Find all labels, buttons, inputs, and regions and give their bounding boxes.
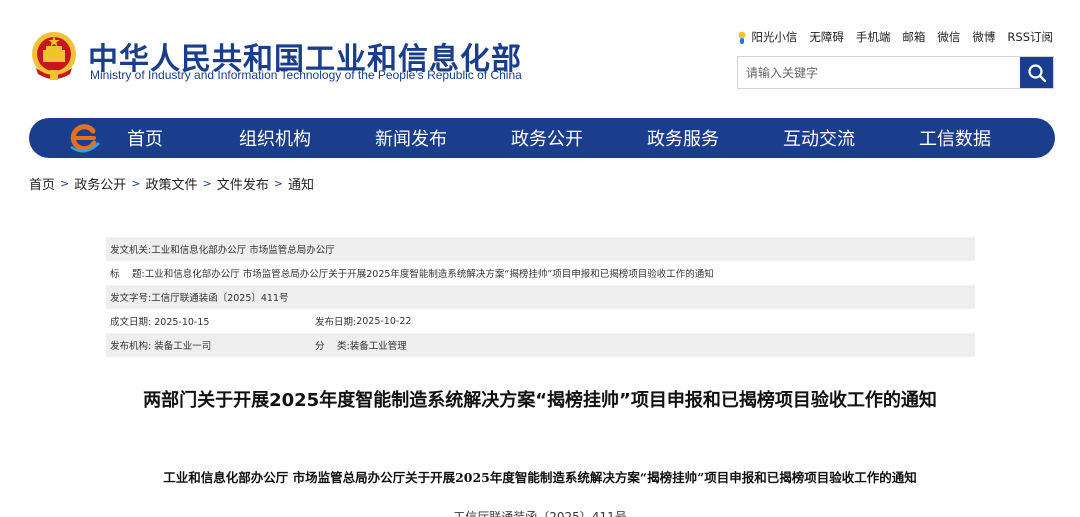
meta-label: 成文日期:: [110, 317, 152, 328]
top-link-rss[interactable]: RSS订阅: [1007, 29, 1053, 45]
meta-published: 2025-10-22: [356, 315, 412, 327]
meta-row-issuer: 发文机关: 工业和信息化部办公厅 市场监管总局办公厅: [106, 237, 975, 261]
meta-created: 2025-10-15: [154, 317, 210, 328]
breadcrumb-separator: >: [202, 177, 212, 190]
nav-item-data[interactable]: 工信数据: [887, 125, 1023, 151]
search-box: [737, 56, 1054, 89]
meta-label: 标 题:: [110, 269, 145, 280]
top-link-sunshine[interactable]: 阳光小信: [736, 29, 797, 45]
meta-label: 发布机构:: [110, 341, 152, 352]
document-metadata: 发文机关: 工业和信息化部办公厅 市场监管总局办公厅 标 题: 工业和信息化部办…: [106, 237, 975, 357]
national-emblem-icon[interactable]: [30, 30, 78, 82]
sunshine-mascot-icon: [736, 31, 748, 45]
nav-item-interaction[interactable]: 互动交流: [751, 125, 887, 151]
breadcrumb-separator: >: [131, 177, 141, 190]
nav-item-organization[interactable]: 组织机构: [207, 125, 343, 151]
breadcrumb-separator: >: [60, 177, 70, 190]
search-icon: [1027, 63, 1046, 82]
meta-label: 发文机关:: [110, 245, 152, 256]
top-link-mail[interactable]: 邮箱: [902, 29, 925, 45]
breadcrumb-home[interactable]: 首页: [29, 174, 55, 193]
article-title: 两部门关于开展2025年度智能制造系统解决方案“揭榜挂帅”项目申报和已揭榜项目验…: [143, 390, 937, 411]
top-link-accessibility[interactable]: 无障碍: [809, 29, 844, 45]
meta-row-title: 标 题: 工业和信息化部办公厅 市场监管总局办公厅关于开展2025年度智能制造系…: [106, 261, 975, 285]
meta-row-docno: 发文字号: 工信厅联通装函〔2025〕411号: [106, 285, 975, 309]
article-docno: 工信厅联通装函〔2025〕411号: [453, 510, 627, 517]
search-button[interactable]: [1020, 57, 1053, 88]
meta-docno: 工信厅联通装函〔2025〕411号: [151, 293, 289, 304]
meta-title: 工业和信息化部办公厅 市场监管总局办公厅关于开展2025年度智能制造系统解决方案…: [144, 269, 714, 280]
search-input[interactable]: [738, 57, 1020, 88]
meta-row-dates: 成文日期: 2025-10-15 发布日期: 2025-10-22: [106, 309, 975, 333]
breadcrumb: 首页 > 政务公开 > 政策文件 > 文件发布 > 通知: [29, 174, 314, 193]
meta-label: 分 类:: [315, 341, 350, 352]
top-link-mobile[interactable]: 手机端: [856, 29, 891, 45]
breadcrumb-policy-docs[interactable]: 政策文件: [145, 174, 197, 193]
main-nav: 首页 组织机构 新闻发布 政务公开 政务服务 互动交流 工信数据: [29, 118, 1055, 158]
nav-item-home[interactable]: 首页: [127, 125, 207, 151]
top-link-weibo[interactable]: 微博: [972, 29, 995, 45]
breadcrumb-doc-release[interactable]: 文件发布: [217, 174, 269, 193]
meta-label: 发布日期:: [315, 317, 357, 328]
meta-org-group: 发布机构: 装备工业一司: [110, 338, 315, 352]
nav-item-news[interactable]: 新闻发布: [343, 125, 479, 151]
breadcrumb-gov-affairs[interactable]: 政务公开: [74, 174, 126, 193]
miit-logo-icon[interactable]: [67, 123, 103, 153]
breadcrumb-separator: >: [273, 177, 283, 190]
top-link-label: 阳光小信: [751, 30, 798, 44]
top-links: 阳光小信 无障碍 手机端 邮箱 微信 微博 RSS订阅: [736, 29, 1053, 45]
meta-row-org: 发布机构: 装备工业一司 分 类: 装备工业管理: [106, 333, 975, 357]
meta-created-group: 成文日期: 2025-10-15: [110, 314, 315, 328]
site-subtitle-en[interactable]: Ministry of Industry and Information Tec…: [90, 68, 522, 82]
nav-item-gov-services[interactable]: 政务服务: [615, 125, 751, 151]
meta-label: 发文字号:: [110, 293, 152, 304]
nav-item-gov-affairs[interactable]: 政务公开: [479, 125, 615, 151]
top-link-wechat[interactable]: 微信: [937, 29, 960, 45]
meta-org: 装备工业一司: [154, 341, 212, 352]
meta-category: 装备工业管理: [349, 341, 407, 352]
article-subtitle: 工业和信息化部办公厅 市场监管总局办公厅关于开展2025年度智能制造系统解决方案…: [163, 470, 917, 485]
breadcrumb-notice[interactable]: 通知: [288, 174, 314, 193]
meta-issuer: 工业和信息化部办公厅 市场监管总局办公厅: [151, 245, 335, 256]
